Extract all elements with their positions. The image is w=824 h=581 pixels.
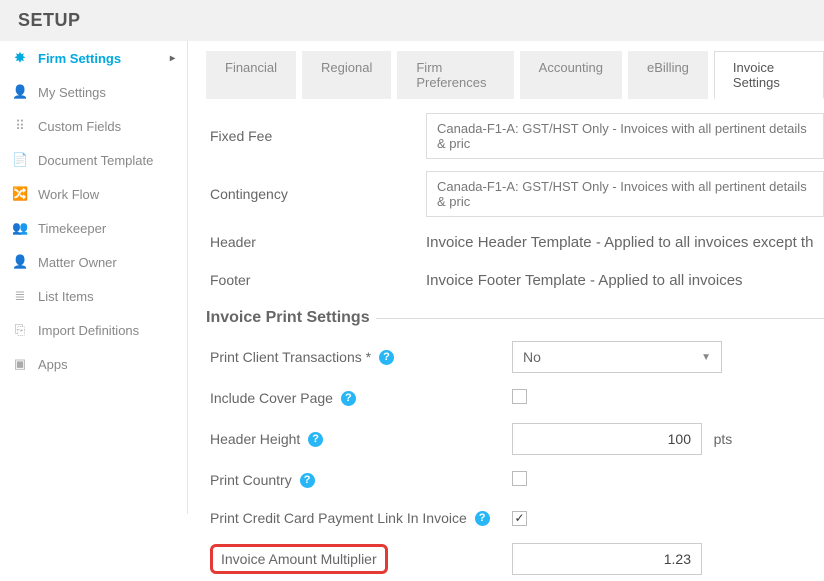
print-cc-link-checkbox[interactable]: ✓	[512, 511, 527, 526]
invoice-print-settings-fieldset: Invoice Print Settings Print Client Tran…	[206, 309, 824, 581]
row-contingency: Contingency Canada-F1-A: GST/HST Only - …	[206, 165, 824, 223]
row-print-client-transactions: Print Client Transactions * ? No ▼	[206, 335, 824, 379]
sidebar-item-label: Timekeeper	[38, 221, 106, 236]
header-value: Invoice Header Template - Applied to all…	[426, 234, 824, 251]
tab-invoice-settings[interactable]: Invoice Settings	[714, 51, 824, 99]
row-footer: Footer Invoice Footer Template - Applied…	[206, 261, 824, 299]
invoice-amount-multiplier-label: Invoice Amount Multiplier	[210, 544, 388, 574]
grid-icon: ⠿	[12, 118, 28, 134]
tab-accounting[interactable]: Accounting	[520, 51, 622, 99]
help-icon[interactable]: ?	[341, 391, 356, 406]
sidebar-item-label: Apps	[38, 357, 68, 372]
sidebar-item-timekeeper[interactable]: 👥 Timekeeper	[0, 211, 187, 245]
row-invoice-amount-multiplier: Invoice Amount Multiplier	[206, 537, 824, 581]
include-cover-page-label: Include Cover Page ?	[206, 390, 506, 407]
help-icon[interactable]: ?	[379, 350, 394, 365]
sidebar-item-document-template[interactable]: 📄 Document Template	[0, 143, 187, 177]
tab-ebilling[interactable]: eBilling	[628, 51, 708, 99]
help-icon[interactable]: ?	[300, 473, 315, 488]
chevron-down-icon: ▼	[701, 352, 711, 363]
header-height-label: Header Height ?	[206, 431, 506, 448]
header-height-unit: pts	[714, 431, 733, 447]
main-panel: Financial Regional Firm Preferences Acco…	[188, 41, 824, 514]
invoice-print-settings-legend: Invoice Print Settings	[206, 309, 376, 327]
chevron-right-icon: ▸	[170, 53, 175, 64]
contingency-select[interactable]: Canada-F1-A: GST/HST Only - Invoices wit…	[426, 171, 824, 217]
list-icon: ≣	[12, 288, 28, 304]
sidebar: ✸ Firm Settings ▸ 👤 My Settings ⠿ Custom…	[0, 41, 188, 514]
tab-regional[interactable]: Regional	[302, 51, 391, 99]
sidebar-item-matter-owner[interactable]: 👤 Matter Owner	[0, 245, 187, 279]
tab-firm-preferences[interactable]: Firm Preferences	[397, 51, 513, 99]
import-icon: ⎘	[12, 322, 28, 338]
row-fixed-fee: Fixed Fee Canada-F1-A: GST/HST Only - In…	[206, 107, 824, 165]
footer-label: Footer	[206, 272, 426, 288]
page-header: SETUP	[0, 0, 824, 41]
shuffle-icon: 🔀	[12, 186, 28, 202]
invoice-amount-multiplier-input[interactable]	[512, 543, 702, 575]
gear-icon: ✸	[12, 50, 28, 66]
sidebar-item-label: Matter Owner	[38, 255, 117, 270]
sidebar-item-label: My Settings	[38, 85, 106, 100]
row-print-cc-link: Print Credit Card Payment Link In Invoic…	[206, 499, 824, 537]
help-icon[interactable]: ?	[308, 432, 323, 447]
users-icon: 👥	[12, 220, 28, 236]
sidebar-item-my-settings[interactable]: 👤 My Settings	[0, 75, 187, 109]
user-icon: 👤	[12, 254, 28, 270]
sidebar-item-label: Import Definitions	[38, 323, 139, 338]
tab-bar: Financial Regional Firm Preferences Acco…	[206, 51, 824, 99]
contingency-label: Contingency	[206, 186, 426, 202]
fixed-fee-select[interactable]: Canada-F1-A: GST/HST Only - Invoices wit…	[426, 113, 824, 159]
sidebar-item-label: Work Flow	[38, 187, 99, 202]
sidebar-item-apps[interactable]: ▣ Apps	[0, 347, 187, 381]
header-label: Header	[206, 234, 426, 250]
print-cc-link-label: Print Credit Card Payment Link In Invoic…	[206, 510, 506, 527]
sidebar-item-label: Firm Settings	[38, 51, 121, 66]
include-cover-page-checkbox[interactable]	[512, 389, 527, 404]
help-icon[interactable]: ?	[475, 511, 490, 526]
fixed-fee-label: Fixed Fee	[206, 128, 426, 144]
header-height-input[interactable]	[512, 423, 702, 455]
row-print-country: Print Country ?	[206, 461, 824, 499]
page-title: SETUP	[18, 10, 806, 31]
sidebar-item-label: Custom Fields	[38, 119, 121, 134]
document-icon: 📄	[12, 152, 28, 168]
row-header: Header Invoice Header Template - Applied…	[206, 223, 824, 261]
row-include-cover-page: Include Cover Page ?	[206, 379, 824, 417]
footer-value: Invoice Footer Template - Applied to all…	[426, 272, 824, 289]
sidebar-item-label: List Items	[38, 289, 94, 304]
row-header-height: Header Height ? pts	[206, 417, 824, 461]
sidebar-item-import-definitions[interactable]: ⎘ Import Definitions	[0, 313, 187, 347]
print-country-label: Print Country ?	[206, 472, 506, 489]
print-country-checkbox[interactable]	[512, 471, 527, 486]
sidebar-item-custom-fields[interactable]: ⠿ Custom Fields	[0, 109, 187, 143]
sidebar-item-list-items[interactable]: ≣ List Items	[0, 279, 187, 313]
sidebar-item-firm-settings[interactable]: ✸ Firm Settings ▸	[0, 41, 187, 75]
user-icon: 👤	[12, 84, 28, 100]
print-client-transactions-label: Print Client Transactions * ?	[206, 349, 506, 366]
apps-icon: ▣	[12, 356, 28, 372]
sidebar-item-label: Document Template	[38, 153, 153, 168]
sidebar-item-work-flow[interactable]: 🔀 Work Flow	[0, 177, 187, 211]
tab-financial[interactable]: Financial	[206, 51, 296, 99]
print-client-transactions-select[interactable]: No ▼	[512, 341, 722, 373]
